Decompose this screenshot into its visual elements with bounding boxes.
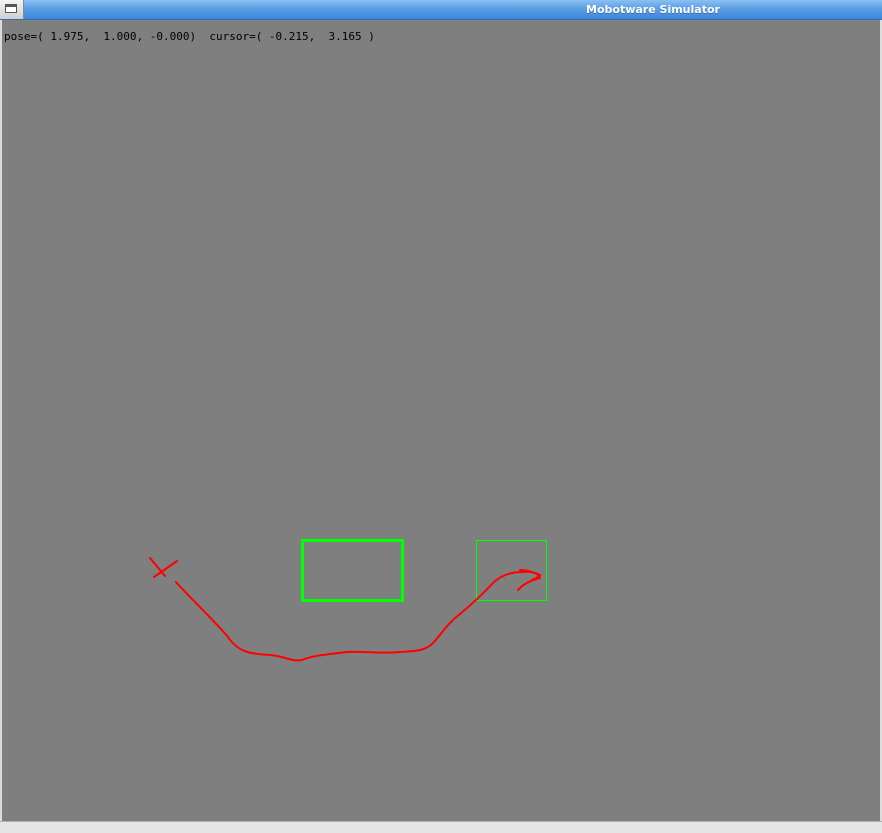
scene-layer	[149, 539, 547, 662]
simulation-canvas[interactable]: pose=( 1.975, 1.000, -0.000) cursor=( -0…	[2, 20, 880, 821]
window-bottom-border	[0, 821, 882, 833]
curved-arrow-icon	[175, 569, 541, 662]
window-menu-icon	[5, 4, 17, 13]
title-bar[interactable]: Mobotware Simulator	[0, 0, 882, 20]
simulator-window: Mobotware Simulator pose=( 1.975, 1.000,…	[0, 0, 882, 833]
x-mark-icon	[149, 557, 178, 578]
window-menu-button[interactable]	[0, 0, 24, 19]
robot-rectangle	[301, 539, 404, 602]
window-title: Mobotware Simulator	[586, 3, 720, 16]
goal-rectangle	[476, 540, 547, 601]
